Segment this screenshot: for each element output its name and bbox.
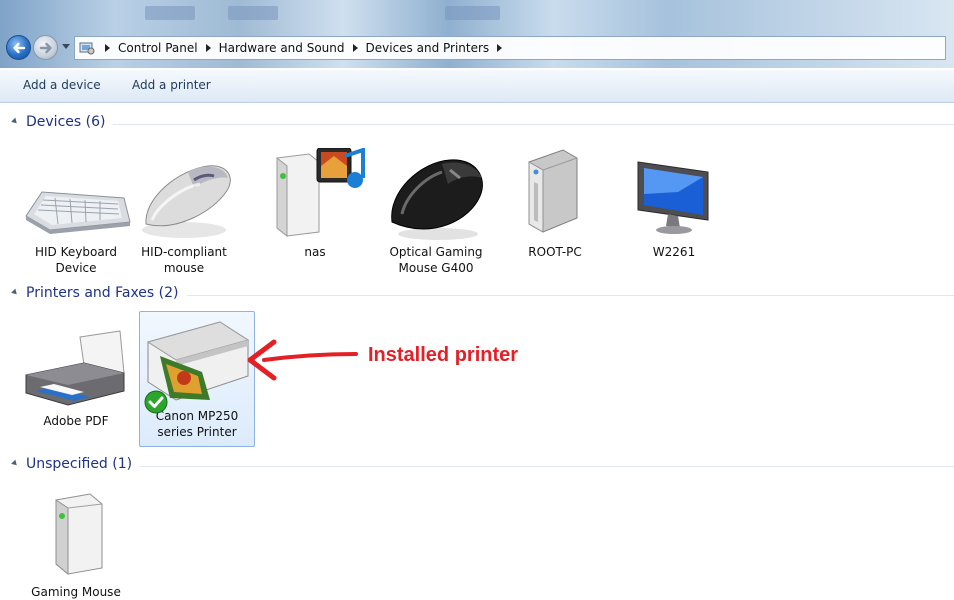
device-label: nas — [304, 245, 326, 259]
device-label: W2261 — [652, 245, 696, 259]
device-label: Gaming Mouse — [31, 585, 121, 599]
collapse-triangle-icon[interactable] — [11, 459, 19, 468]
recent-pages-dropdown[interactable] — [62, 44, 70, 49]
printer-adobe-pdf[interactable]: Adobe PDF — [20, 317, 132, 429]
annotation-text: Installed printer — [368, 344, 519, 366]
group-header-unspecified[interactable]: Unspecified (1) — [10, 456, 954, 476]
computer-tower-icon — [528, 149, 578, 233]
breadcrumb-devices-and-printers[interactable]: Devices and Printers — [366, 41, 490, 55]
device-label: Optical Gaming — [389, 245, 483, 259]
printer-label: Adobe PDF — [43, 414, 109, 428]
gaming-mouse-icon — [391, 159, 483, 240]
control-panel-icon — [79, 42, 95, 55]
address-bar: Control Panel Hardware and Sound Devices a… — [6, 32, 948, 62]
add-device-button[interactable]: Add a device — [23, 78, 101, 92]
blurred-title-text — [445, 6, 500, 20]
annotation-arrow-icon — [247, 339, 358, 381]
chevron-right-icon[interactable] — [105, 44, 110, 52]
arrow-left-icon — [13, 42, 26, 54]
blurred-title-text — [145, 6, 195, 20]
chevron-right-icon[interactable] — [497, 44, 503, 52]
default-check-icon — [144, 390, 168, 414]
breadcrumb-hardware-and-sound[interactable]: Hardware and Sound — [219, 41, 345, 55]
address-box[interactable]: Control Panel Hardware and Sound Devices a… — [74, 36, 946, 60]
monitor-icon — [637, 161, 709, 234]
arrow-right-icon — [39, 42, 52, 54]
device-w2261-monitor[interactable]: W2261 — [618, 148, 730, 260]
mouse-icon — [142, 165, 231, 238]
device-optical-gaming-mouse[interactable]: Optical Gaming Mouse G400 — [380, 148, 492, 276]
device-label: HID-compliant — [141, 245, 227, 259]
device-label: Mouse G400 — [398, 261, 474, 275]
keyboard-icon — [25, 191, 131, 234]
generic-device-icon — [55, 493, 103, 576]
back-button[interactable] — [6, 35, 31, 60]
add-printer-button[interactable]: Add a printer — [132, 78, 211, 92]
group-title: Unspecified (1) — [26, 456, 141, 472]
command-bar: Add a device Add a printer — [0, 70, 954, 103]
collapse-triangle-icon[interactable] — [11, 117, 19, 126]
group-title: Printers and Faxes (2) — [26, 285, 187, 301]
breadcrumb-control-panel[interactable]: Control Panel — [118, 41, 198, 55]
device-label: ROOT-PC — [528, 245, 582, 259]
breadcrumb: Control Panel Hardware and Sound Devices a… — [97, 41, 510, 55]
device-hid-keyboard[interactable]: HID Keyboard Device — [20, 148, 132, 276]
collapse-triangle-icon[interactable] — [11, 288, 19, 297]
printer-label: series Printer — [157, 425, 237, 439]
device-hid-mouse[interactable]: HID-compliant mouse — [128, 148, 240, 276]
printer-canon-mp250[interactable]: Canon MP250 series Printer — [139, 311, 255, 447]
forward-button[interactable] — [33, 35, 58, 60]
blurred-title-text — [228, 6, 278, 20]
group-header-printers[interactable]: Printers and Faxes (2) — [10, 285, 954, 305]
device-label: HID Keyboard — [34, 245, 118, 259]
device-label: Device — [55, 261, 97, 275]
group-header-devices[interactable]: Devices (6) — [10, 114, 954, 134]
window-titlebar: Control Panel Hardware and Sound Devices a… — [0, 0, 954, 68]
device-label: mouse — [163, 261, 205, 275]
printer-icon — [25, 330, 125, 406]
group-title: Devices (6) — [26, 114, 114, 130]
device-root-pc[interactable]: ROOT-PC — [499, 148, 611, 260]
media-server-icon — [276, 148, 365, 238]
chevron-right-icon[interactable] — [352, 44, 358, 52]
device-nas[interactable]: nas — [259, 148, 371, 260]
device-gaming-mouse[interactable]: Gaming Mouse — [20, 488, 132, 600]
chevron-right-icon[interactable] — [205, 44, 211, 52]
